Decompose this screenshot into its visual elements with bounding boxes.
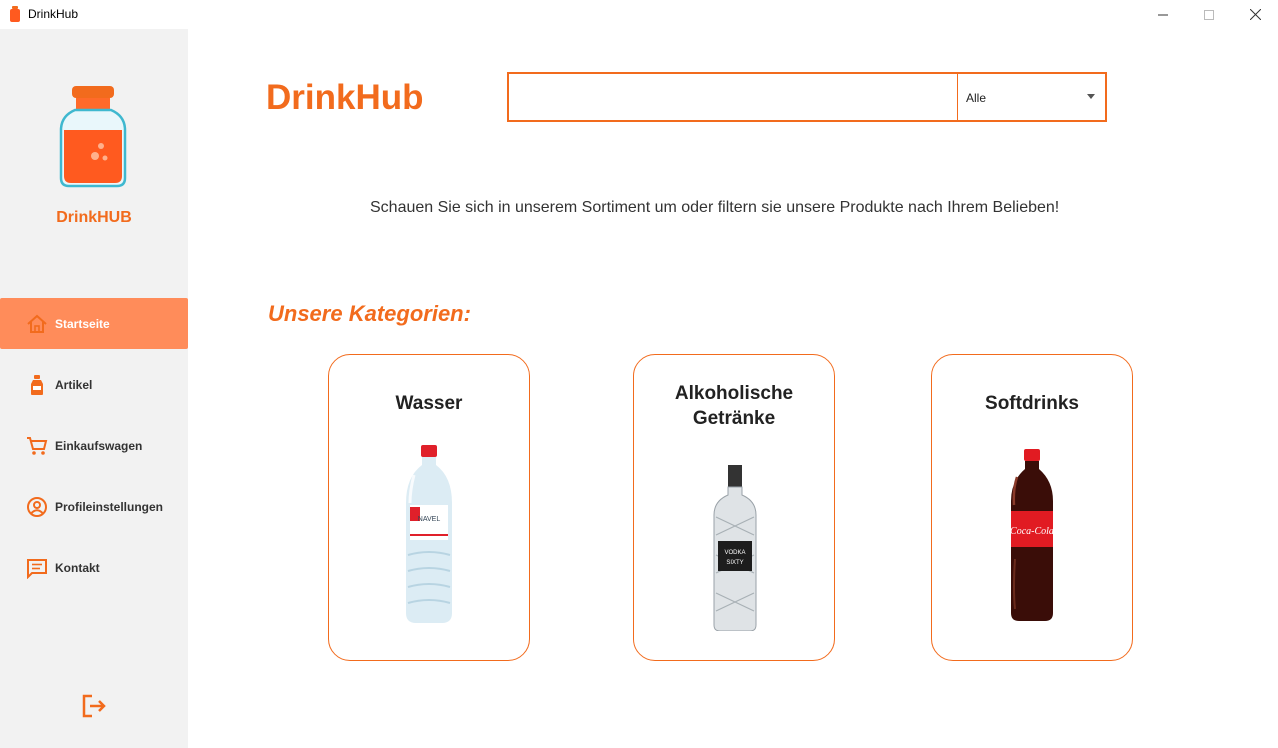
category-card-alkoholische-getraenke[interactable]: Alkoholische Getränke VODKA SIXTY (633, 354, 835, 661)
intro-text: Schauen Sie sich in unserem Sortiment um… (370, 199, 1060, 216)
category-title: Wasser (395, 393, 463, 414)
sidebar-item-label: Einkaufswagen (55, 438, 143, 453)
message-icon (26, 557, 48, 579)
user-circle-icon (26, 496, 48, 518)
maximize-button[interactable] (1186, 0, 1232, 29)
minimize-icon (1158, 14, 1168, 15)
sidebar-item-startseite[interactable]: Startseite (0, 298, 188, 349)
logo-bottle-icon (59, 86, 127, 188)
category-card-wasser[interactable]: Wasser NAVEL (328, 354, 530, 661)
sidebar-item-label: Startseite (55, 316, 110, 331)
title-bar: DrinkHub (0, 0, 1278, 29)
category-title: Softdrinks (985, 393, 1079, 414)
sidebar: DrinkHUB Startseite Artikel Einkaufswage… (0, 29, 188, 748)
bottle-icon (26, 374, 48, 396)
category-filter-select[interactable]: Alle (957, 72, 1107, 122)
chevron-down-icon (1087, 94, 1095, 99)
category-title: Alkoholische Getränke (674, 383, 794, 429)
sidebar-item-label: Kontakt (55, 560, 100, 575)
close-icon (1249, 9, 1261, 20)
category-card-softdrinks[interactable]: Softdrinks Coca-Cola (931, 354, 1133, 661)
search-box (507, 72, 959, 122)
sidebar-item-einkaufswagen[interactable]: Einkaufswagen (0, 420, 188, 471)
sidebar-item-label: Profileinstellungen (55, 499, 164, 514)
sidebar-brand: DrinkHUB (56, 209, 132, 226)
svg-text:Coca-Cola: Coca-Cola (1010, 526, 1054, 537)
page-title: DrinkHub (266, 78, 424, 117)
svg-text:SIXTY: SIXTY (726, 560, 743, 566)
svg-text:VODKA: VODKA (724, 550, 745, 556)
minimize-button[interactable] (1140, 0, 1186, 29)
close-button[interactable] (1232, 0, 1278, 29)
app-icon (10, 6, 20, 22)
maximize-icon (1204, 9, 1214, 20)
logout-icon[interactable] (80, 692, 108, 720)
svg-text:NAVEL: NAVEL (418, 516, 441, 523)
sidebar-item-kontakt[interactable]: Kontakt (0, 542, 188, 593)
sidebar-item-label: Artikel (55, 377, 93, 392)
window-title: DrinkHub (28, 7, 79, 21)
sidebar-item-profileinstellungen[interactable]: Profileinstellungen (0, 481, 188, 532)
filter-selected-value: Alle (966, 91, 987, 105)
sidebar-item-artikel[interactable]: Artikel (0, 359, 188, 410)
categories-heading: Unsere Kategorien: (268, 301, 471, 326)
search-input[interactable] (509, 74, 957, 120)
cart-icon (26, 435, 48, 457)
vodka-bottle-image: VODKA SIXTY (713, 465, 757, 631)
home-icon (26, 313, 48, 335)
cola-bottle-image: Coca-Cola (1010, 449, 1054, 621)
water-bottle-image: NAVEL (406, 445, 452, 623)
